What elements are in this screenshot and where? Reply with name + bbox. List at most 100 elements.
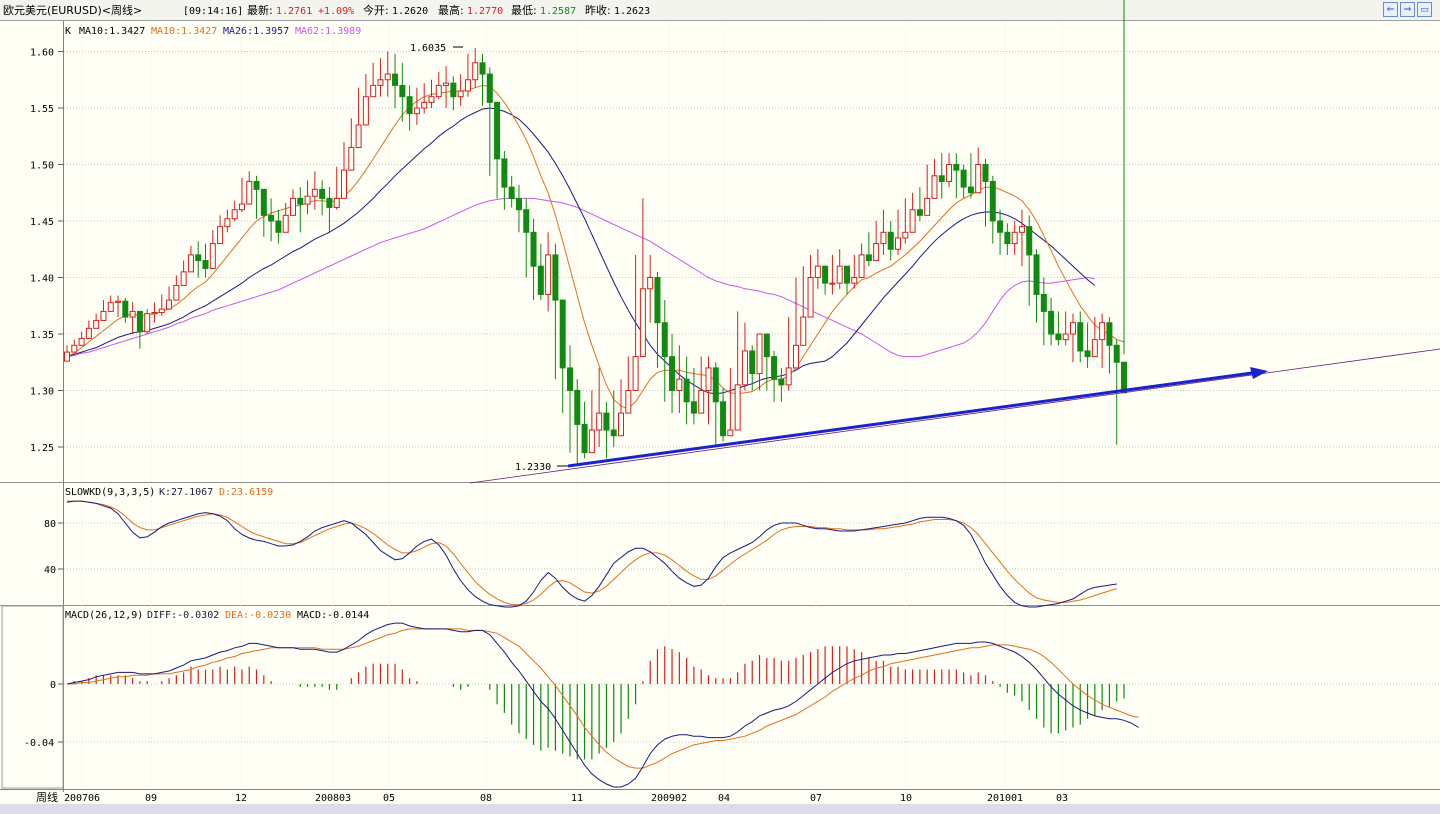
candle-body: [924, 197, 931, 216]
candle-body: [800, 316, 807, 346]
kd-legend-name: SLOWKD(9,3,3,5): [65, 487, 155, 498]
candle-body: [428, 96, 435, 103]
macd-legend-macd: MACD:-0.0144: [297, 610, 369, 621]
candle-body: [319, 188, 326, 199]
candle-body: [71, 344, 78, 353]
candle-body: [814, 265, 821, 279]
candle-body: [93, 319, 100, 329]
candle-body: [209, 243, 216, 269]
candle-body: [763, 333, 770, 358]
candle-body: [289, 197, 296, 216]
candle-body: [129, 310, 136, 318]
candle-body: [311, 188, 318, 197]
candle-body: [552, 254, 559, 301]
macd-legend-diff: DIFF:-0.0302: [147, 610, 219, 621]
price-tick-label: 1.45: [30, 217, 54, 228]
price-tick-label: 1.30: [30, 387, 54, 398]
legend-ma26: MA26:1.3957: [223, 26, 289, 37]
candle-body: [946, 164, 953, 182]
time-tick-label: 200706: [64, 793, 100, 804]
candle-body: [435, 84, 442, 98]
candle-body: [384, 73, 391, 81]
candle-body: [618, 412, 625, 437]
candle-body: [450, 82, 457, 98]
candle-body: [975, 164, 982, 194]
candle-body: [895, 237, 902, 250]
candle-body: [231, 209, 238, 220]
low-label: 最低:: [511, 4, 537, 17]
candle-body: [1004, 231, 1011, 245]
legend-k: K: [65, 26, 71, 37]
candle-body: [1048, 310, 1055, 335]
candle-body: [851, 277, 858, 284]
candle-body: [158, 308, 165, 314]
high-value: 1.2770: [467, 6, 503, 17]
candle-body: [268, 214, 275, 222]
candle-body: [537, 265, 544, 295]
candle-body: [297, 197, 304, 205]
prev-close-value: 1.2623: [614, 6, 650, 17]
candle-body: [574, 390, 581, 425]
legend-ma10-black: MA10:1.3427: [79, 26, 145, 37]
candle-body: [1011, 231, 1018, 245]
candle-body: [887, 231, 894, 250]
candle-body: [916, 209, 923, 216]
kd-tick-label: 40: [44, 565, 56, 576]
candle-body: [1018, 226, 1025, 233]
candle-body: [238, 203, 245, 211]
candle-body: [712, 367, 719, 403]
zoom-out-icon[interactable]: ⇐: [1383, 2, 1398, 17]
candle-body: [581, 423, 588, 454]
candle-body: [246, 180, 253, 205]
candle-body: [333, 197, 340, 208]
macd-tick-label: 0: [50, 680, 56, 691]
candle-body: [676, 378, 683, 392]
candle-body: [195, 254, 202, 262]
candle-body: [690, 401, 697, 414]
kd-legend-d: D:23.6159: [219, 487, 273, 498]
candle-body: [647, 277, 654, 290]
candle-body: [275, 220, 282, 233]
candle-body: [1106, 322, 1113, 346]
low-value: 1.2587: [540, 6, 576, 17]
candle-body: [173, 284, 180, 301]
candle-body: [545, 254, 552, 295]
open-label: 今开:: [363, 3, 389, 17]
legend-ma10: MA10:1.3427: [151, 26, 217, 37]
candle-body: [1040, 293, 1047, 312]
candle-body: [479, 62, 486, 75]
eurusd-weekly-chart[interactable]: 1.60 1.55 1.50 1.45 1.40 1.35 1.30 1.25 80 40 0 -0.…: [0, 0, 1440, 814]
candle-body: [406, 96, 413, 115]
time-tick-label: 03: [1056, 793, 1068, 804]
period-label: 周线: [36, 790, 58, 804]
candle-body: [982, 164, 989, 182]
candle-body: [443, 82, 450, 86]
high-annotation: 1.6035: [410, 43, 446, 54]
zoom-in-icon[interactable]: ⇒: [1400, 2, 1415, 17]
candle-body: [421, 101, 428, 109]
candle-body: [639, 288, 646, 358]
candle-body: [880, 231, 887, 245]
candle-body: [122, 300, 129, 318]
candle-body: [953, 164, 960, 171]
latest-value: 1.2761: [276, 6, 312, 17]
candle-body: [413, 107, 420, 115]
status-strip: [0, 804, 1440, 814]
candle-body: [1069, 322, 1076, 335]
candle-body: [151, 312, 158, 315]
restore-icon[interactable]: ▭: [1417, 2, 1432, 17]
prev-close-label: 昨收:: [585, 3, 611, 17]
candle-body: [749, 350, 756, 375]
candle-body: [1091, 339, 1098, 358]
candle-body: [778, 378, 785, 386]
candle-body: [902, 231, 909, 239]
chart-background: [0, 0, 1440, 814]
candle-body: [865, 254, 872, 262]
candle-body: [224, 218, 231, 228]
candle-body: [260, 188, 267, 216]
candle-body: [669, 356, 676, 392]
candle-body: [501, 158, 508, 188]
time-tick-label: 201001: [987, 793, 1023, 804]
candle-body: [508, 186, 515, 199]
candle-body: [64, 351, 70, 362]
